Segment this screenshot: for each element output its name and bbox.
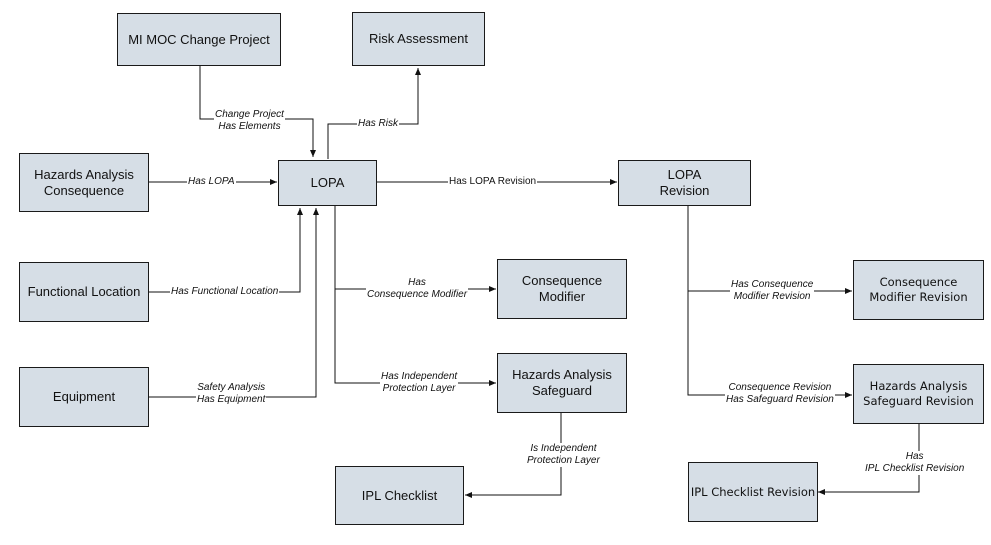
node-label: IPL Checklist: [361, 487, 438, 503]
label-change-project-has-elements: Change Project Has Elements: [214, 109, 285, 133]
node-label: Consequence Modifier Revision: [869, 275, 968, 304]
edge-has-independent-protection-layer: [334, 289, 496, 386]
edge-has-risk: [327, 68, 421, 159]
node-label: LOPA: [310, 175, 345, 190]
edge-consequence-revision-has-safeguard-revision: [687, 291, 852, 398]
label-has-ipl-checklist-revision: Has IPL Checklist Revision: [864, 451, 966, 475]
node-label: Risk Assessment: [369, 31, 468, 46]
label-has-consequence-modifier: Has Consequence Modifier: [366, 277, 469, 301]
node-label: MI MOC Change Project: [128, 31, 270, 47]
node-label: Consequence Modifier: [521, 273, 603, 304]
node-ipl-checklist-revision[interactable]: IPL Checklist Revision: [688, 462, 818, 522]
node-label: Hazards Analysis Consequence: [34, 166, 134, 198]
label-has-risk: Has Risk: [357, 118, 400, 130]
node-lopa[interactable]: LOPA: [278, 160, 377, 206]
label-has-functional-location: Has Functional Location: [170, 286, 280, 298]
label-has-consequence-modifier-revision: Has Consequence Modifier Revision: [730, 279, 815, 303]
node-lopa-revision[interactable]: LOPA Revision: [618, 160, 751, 206]
node-ipl-checklist[interactable]: IPL Checklist: [335, 466, 464, 525]
node-functional-location[interactable]: Functional Location: [19, 262, 149, 322]
node-label: Hazards Analysis Safeguard: [512, 367, 612, 398]
node-hazards-analysis-consequence[interactable]: Hazards Analysis Consequence: [19, 153, 149, 212]
node-label: LOPA Revision: [659, 167, 710, 198]
edge-has-functional-location: [149, 208, 303, 293]
node-hazards-analysis-safeguard[interactable]: Hazards Analysis Safeguard: [497, 353, 627, 413]
node-risk-assessment[interactable]: Risk Assessment: [352, 12, 485, 66]
node-label: Functional Location: [27, 284, 141, 299]
node-consequence-modifier-revision[interactable]: Consequence Modifier Revision: [853, 260, 984, 320]
label-is-independent-protection-layer: Is Independent Protection Layer: [526, 443, 601, 467]
label-has-lopa: Has LOPA: [187, 176, 236, 188]
label-consequence-revision-has-safeguard-revision: Consequence Revision Has Safeguard Revis…: [725, 382, 835, 406]
label-has-independent-protection-layer: Has Independent Protection Layer: [380, 371, 459, 395]
node-label: IPL Checklist Revision: [690, 484, 816, 499]
node-label: Equipment: [52, 389, 116, 404]
label-safety-analysis-has-equipment: Safety Analysis Has Equipment: [196, 382, 267, 406]
node-equipment[interactable]: Equipment: [19, 367, 149, 427]
node-hazards-analysis-safeguard-revision[interactable]: Hazards Analysis Safeguard Revision: [853, 364, 984, 424]
node-consequence-modifier[interactable]: Consequence Modifier: [497, 259, 627, 319]
label-has-lopa-revision: Has LOPA Revision: [448, 176, 538, 188]
edge-safety-analysis-has-equipment: [149, 208, 319, 398]
node-mi-moc-change-project[interactable]: MI MOC Change Project: [117, 13, 281, 66]
node-label: Hazards Analysis Safeguard Revision: [863, 379, 974, 408]
